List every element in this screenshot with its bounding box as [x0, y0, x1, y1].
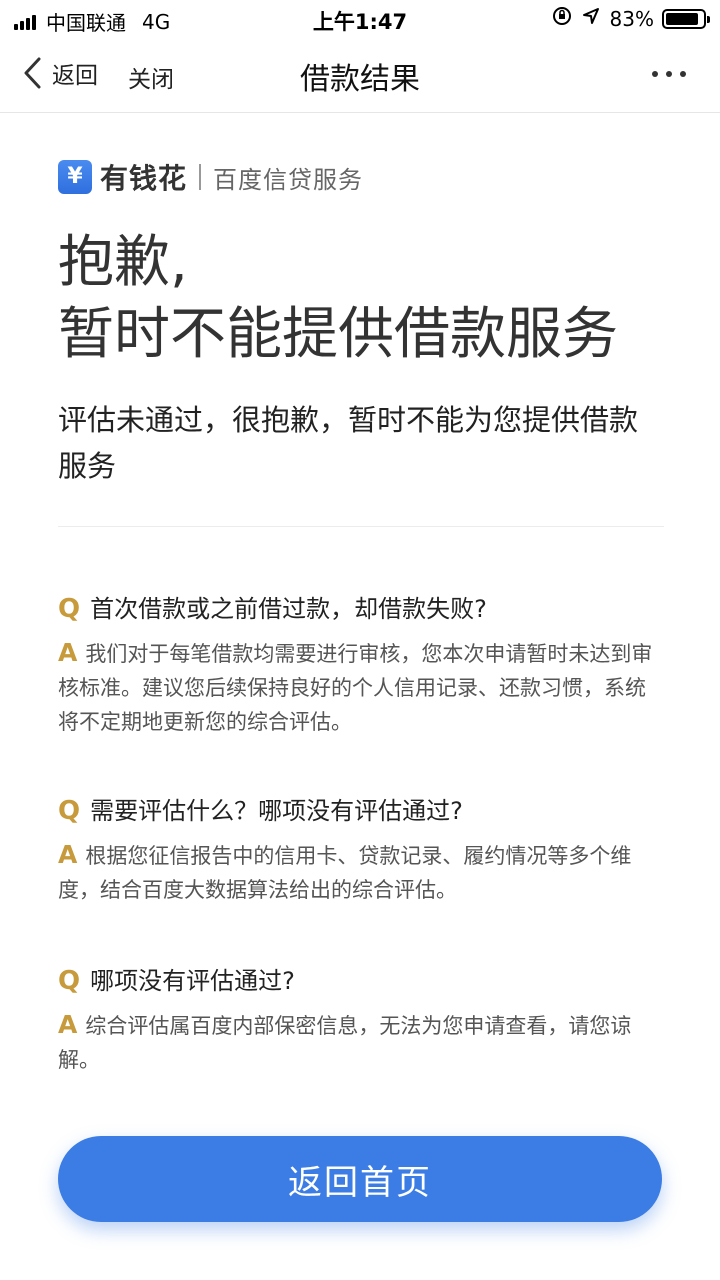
answer-text: 我们对于每笔借款均需要进行审核，您本次申请暂时未达到审核标准。建议您后续保持良好…	[58, 642, 653, 734]
faq-question: Q 哪项没有评估通过?	[58, 964, 664, 998]
answer-text: 根据您征信报告中的信用卡、贷款记录、履约情况等多个维度，结合百度大数据算法给出的…	[58, 844, 632, 902]
nav-bar: 返回 关闭 借款结果	[0, 38, 720, 113]
brand-subtitle: 百度信贷服务	[213, 165, 364, 194]
answer-text: 综合评估属百度内部保密信息，无法为您申请查看，请您谅解。	[58, 1014, 632, 1072]
orientation-lock-icon	[552, 6, 572, 31]
headline-line-2: 暂时不能提供借款服务	[58, 302, 618, 367]
answer-mark-icon: A	[58, 840, 78, 869]
result-description: 评估未通过，很抱歉，暂时不能为您提供借款服务	[58, 403, 639, 483]
return-home-button[interactable]: 返回首页	[58, 1136, 662, 1222]
question-mark-icon: Q	[58, 966, 81, 996]
page-title: 借款结果	[300, 62, 420, 97]
faq-item: Q 哪项没有评估通过? A 综合评估属百度内部保密信息，无法为您申请查看，请您谅解…	[58, 964, 664, 1077]
brand-name: 有钱花	[100, 162, 188, 195]
question-mark-icon: Q	[58, 796, 81, 826]
question-text: 首次借款或之前借过款，却借款失败?	[90, 595, 487, 623]
more-options-icon[interactable]	[644, 71, 686, 77]
brand-divider	[199, 164, 202, 190]
battery-icon	[662, 8, 710, 29]
answer-mark-icon: A	[58, 638, 78, 667]
brand-logo-icon: ¥	[58, 160, 92, 194]
faq-item: Q 首次借款或之前借过款，却借款失败? A 我们对于每笔借款均需要进行审核，您本次…	[58, 592, 664, 739]
brand-header: ¥ 有钱花 百度信贷服务	[58, 157, 363, 197]
battery-percent: 83%	[609, 6, 654, 31]
location-arrow-icon	[582, 7, 600, 30]
result-headline: 抱歉, 暂时不能提供借款服务	[58, 227, 678, 371]
question-text: 哪项没有评估通过?	[90, 967, 295, 995]
faq-answer: A 综合评估属百度内部保密信息，无法为您申请查看，请您谅解。	[58, 1008, 664, 1077]
question-mark-icon: Q	[58, 594, 81, 624]
status-bar: 中国联通 4G 上午1:47 83%	[0, 0, 720, 38]
question-text: 需要评估什么？哪项没有评估通过?	[90, 797, 463, 825]
headline-line-1: 抱歉,	[58, 230, 188, 295]
faq-item: Q 需要评估什么？哪项没有评估通过? A 根据您征信报告中的信用卡、贷款记录、履约…	[58, 794, 664, 907]
faq-question: Q 首次借款或之前借过款，却借款失败?	[58, 592, 664, 626]
faq-answer: A 根据您征信报告中的信用卡、贷款记录、履约情况等多个维度，结合百度大数据算法给出…	[58, 838, 664, 907]
section-divider	[58, 526, 664, 527]
faq-answer: A 我们对于每笔借款均需要进行审核，您本次申请暂时未达到审核标准。建议您后续保持良…	[58, 636, 664, 739]
faq-question: Q 需要评估什么？哪项没有评估通过?	[58, 794, 664, 828]
answer-mark-icon: A	[58, 1010, 78, 1039]
status-right: 83%	[552, 6, 710, 31]
